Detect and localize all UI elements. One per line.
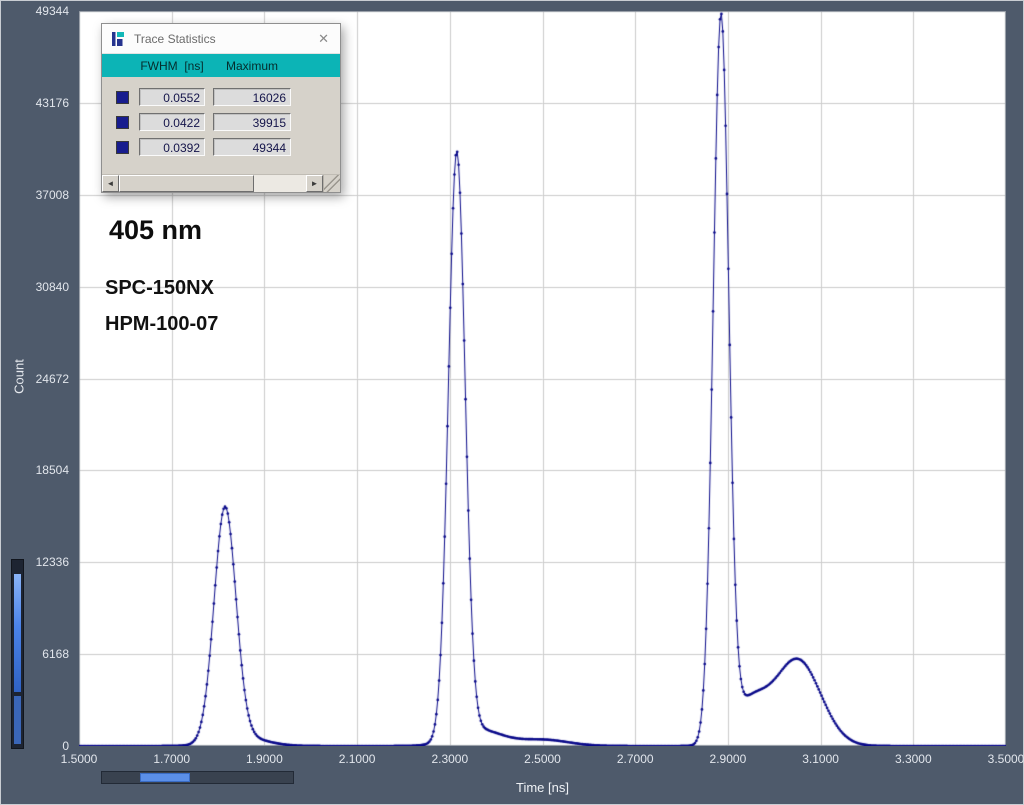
annotation-detector: HPM-100-07 — [105, 313, 219, 335]
horizontal-scrollbar-thumb[interactable] — [140, 773, 190, 782]
column-header-fwhm: FWHM [ns] — [140, 58, 204, 73]
y-axis-title: Count — [11, 359, 27, 394]
y-tick-label: 18504 — [35, 463, 69, 478]
fwhm-value-field: 0.0552 — [139, 88, 205, 106]
stats-scrollbar-track[interactable] — [119, 175, 306, 192]
x-tick-label: 2.1000 — [338, 752, 376, 766]
vertical-zoom-slider[interactable] — [11, 559, 24, 749]
scroll-right-arrow[interactable]: ► — [306, 175, 323, 192]
table-row: 0.0422 39915 — [102, 113, 340, 131]
y-tick-label: 43176 — [35, 95, 69, 110]
annotation-wavelength: 405 nm — [109, 215, 203, 245]
x-tick-label: 2.3000 — [431, 752, 469, 766]
y-tick-label: 6168 — [42, 647, 69, 662]
y-tick-label: 49344 — [35, 4, 69, 18]
stats-scrollbar-thumb[interactable] — [119, 175, 254, 192]
x-tick-label: 3.1000 — [802, 752, 839, 766]
column-header-maximum: Maximum — [225, 58, 278, 73]
trace-statistics-titlebar[interactable]: Trace Statistics ✕ — [102, 24, 340, 54]
maximum-value-field: 39915 — [213, 113, 291, 131]
x-tick-label: 1.5000 — [60, 752, 98, 766]
x-tick-label: 1.7000 — [153, 752, 191, 766]
y-tick-label: 24672 — [35, 371, 69, 386]
annotation-spc-module: SPC-150NX — [105, 277, 214, 299]
vertical-slider-lower-fill — [14, 696, 21, 744]
x-tick-label: 2.9000 — [709, 752, 747, 766]
x-tick-label: 3.5000 — [987, 752, 1024, 766]
x-axis-tick-labels: 1.5000 1.7000 1.9000 2.1000 2.3000 2.5000 2.70… — [61, 752, 1024, 768]
app-icon — [112, 31, 124, 46]
x-tick-label: 1.9000 — [246, 752, 283, 766]
maximum-value-field: 49344 — [213, 138, 291, 156]
x-tick-label: 2.7000 — [616, 752, 654, 766]
trace-statistics-body: 0.0552 16026 0.0422 39915 0.0392 49344 — [102, 77, 340, 156]
fwhm-value-field: 0.0422 — [139, 113, 205, 131]
trace-statistics-window[interactable]: Trace Statistics ✕ FWHM [ns] Maximum 0.0… — [101, 23, 341, 193]
table-row: 0.0552 16026 — [102, 88, 340, 106]
y-tick-label: 0 — [62, 739, 69, 753]
trace-color-swatch[interactable] — [116, 115, 129, 129]
y-tick-label: 12336 — [35, 555, 69, 570]
trace-statistics-header: FWHM [ns] Maximum — [102, 54, 340, 77]
spcm-window: { "chart_data": { "type": "line", "title… — [0, 0, 1024, 805]
maximum-value-field: 16026 — [213, 88, 291, 106]
stats-horizontal-scrollbar[interactable]: ◄ ► — [102, 174, 340, 192]
scroll-left-arrow[interactable]: ◄ — [102, 175, 119, 192]
resize-grip-icon[interactable] — [323, 175, 340, 192]
y-tick-label: 37008 — [35, 187, 69, 202]
horizontal-scrollbar[interactable] — [101, 771, 294, 784]
x-tick-label: 3.3000 — [894, 752, 932, 766]
vertical-slider-thumb[interactable] — [14, 574, 21, 692]
y-tick-label: 30840 — [35, 279, 69, 294]
table-row: 0.0392 49344 — [102, 138, 340, 156]
close-icon[interactable]: ✕ — [315, 31, 332, 47]
trace-color-swatch[interactable] — [116, 140, 129, 154]
trace-color-swatch[interactable] — [116, 90, 129, 104]
x-tick-label: 2.5000 — [524, 752, 561, 766]
trace-statistics-title: Trace Statistics — [134, 31, 216, 46]
fwhm-value-field: 0.0392 — [139, 138, 205, 156]
